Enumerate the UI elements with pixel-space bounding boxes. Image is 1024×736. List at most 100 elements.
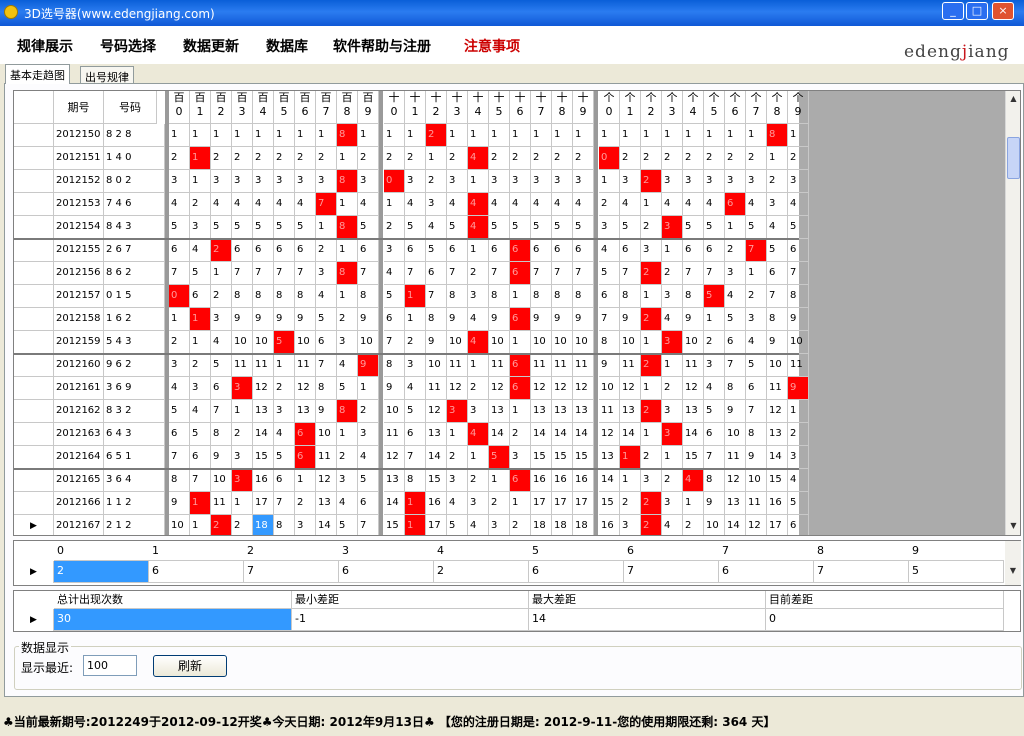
trend-cell[interactable]: 2	[316, 147, 337, 170]
trend-cell[interactable]: 2	[641, 170, 662, 193]
trend-cell[interactable]: 3	[384, 239, 405, 262]
gap-value[interactable]: 2	[54, 561, 149, 583]
trend-cell[interactable]: 9	[620, 308, 641, 331]
trend-cell[interactable]: 10	[599, 377, 620, 400]
gap-value[interactable]: 7	[244, 561, 339, 583]
trend-cell[interactable]: 2	[788, 147, 809, 170]
trend-cell[interactable]: 6	[510, 377, 531, 400]
trend-cell[interactable]: 1	[662, 239, 683, 262]
gap-row-header[interactable]: ▶	[14, 561, 54, 583]
trend-cell[interactable]: 1	[573, 124, 594, 147]
trend-cell[interactable]: 3	[767, 193, 788, 216]
trend-cell[interactable]: 10	[211, 469, 232, 492]
trend-cell[interactable]: 11	[746, 492, 767, 515]
trend-cell[interactable]: 11	[725, 446, 746, 469]
trend-cell[interactable]: 1	[489, 469, 510, 492]
number-cell[interactable]: 3 6 4	[104, 469, 165, 492]
trend-cell[interactable]: 6	[190, 285, 211, 308]
trend-cell[interactable]: 6	[426, 262, 447, 285]
trend-cell[interactable]: 8	[573, 285, 594, 308]
trend-cell[interactable]: 9	[426, 331, 447, 354]
trend-cell[interactable]: 7	[746, 400, 767, 423]
trend-cell[interactable]: 17	[573, 492, 594, 515]
trend-cell[interactable]: 2	[662, 262, 683, 285]
trend-cell[interactable]: 9	[384, 377, 405, 400]
trend-cell[interactable]: 3	[573, 170, 594, 193]
number-cell[interactable]: 9 6 2	[104, 354, 165, 377]
trend-cell[interactable]: 9	[274, 308, 295, 331]
period-cell[interactable]: 2012150	[54, 124, 104, 147]
trend-cell[interactable]: 4	[746, 193, 767, 216]
trend-cell[interactable]: 4	[683, 193, 704, 216]
trend-cell[interactable]: 15	[552, 446, 573, 469]
trend-cell[interactable]: 6	[358, 492, 379, 515]
trend-cell[interactable]: 3	[468, 492, 489, 515]
trend-cell[interactable]: 9	[447, 308, 468, 331]
trend-cell[interactable]: 6	[767, 262, 788, 285]
trend-cell[interactable]: 4	[662, 515, 683, 535]
trend-cell[interactable]: 5	[274, 331, 295, 354]
trend-cell[interactable]: 8	[295, 285, 316, 308]
trend-cell[interactable]: 7	[725, 354, 746, 377]
period-cell[interactable]: 2012151	[54, 147, 104, 170]
trend-cell[interactable]: 1	[662, 124, 683, 147]
trend-cell[interactable]: 1	[447, 423, 468, 446]
trend-cell[interactable]: 13	[295, 400, 316, 423]
trend-cell[interactable]: 4	[746, 331, 767, 354]
trend-cell[interactable]: 2	[337, 308, 358, 331]
trend-cell[interactable]: 7	[232, 262, 253, 285]
trend-cell[interactable]: 8	[767, 124, 788, 147]
trend-cell[interactable]: 4	[447, 193, 468, 216]
trend-cell[interactable]: 5	[358, 469, 379, 492]
row-header[interactable]	[14, 331, 54, 354]
trend-cell[interactable]: 11	[232, 354, 253, 377]
trend-cell[interactable]: 1	[295, 124, 316, 147]
row-header[interactable]	[14, 147, 54, 170]
gap-value[interactable]: 6	[149, 561, 244, 583]
trend-cell[interactable]: 2	[641, 400, 662, 423]
trend-cell[interactable]: 10	[552, 331, 573, 354]
row-header[interactable]	[14, 262, 54, 285]
trend-cell[interactable]: 5	[211, 354, 232, 377]
trend-cell[interactable]: 4	[468, 193, 489, 216]
period-cell[interactable]: 2012164	[54, 446, 104, 469]
trend-cell[interactable]: 5	[704, 216, 725, 239]
trend-cell[interactable]: 7	[169, 262, 190, 285]
trend-cell[interactable]: 18	[552, 515, 573, 535]
trend-cell[interactable]: 3	[489, 170, 510, 193]
trend-cell[interactable]: 9	[683, 308, 704, 331]
refresh-button[interactable]: 刷新	[153, 655, 227, 677]
number-cell[interactable]: 2 1 2	[104, 515, 165, 535]
scroll-down-icon[interactable]: ▼	[1007, 519, 1020, 533]
trend-cell[interactable]: 9	[725, 400, 746, 423]
trend-cell[interactable]: 3	[620, 170, 641, 193]
trend-cell[interactable]: 3	[316, 170, 337, 193]
trend-cell[interactable]: 4	[211, 193, 232, 216]
trend-cell[interactable]: 12	[316, 469, 337, 492]
trend-cell[interactable]: 3	[468, 285, 489, 308]
trend-cell[interactable]: 16	[767, 492, 788, 515]
trend-cell[interactable]: 1	[510, 124, 531, 147]
trend-cell[interactable]: 9	[169, 492, 190, 515]
trend-cell[interactable]: 4	[573, 193, 594, 216]
trend-cell[interactable]: 5	[767, 239, 788, 262]
trend-cell[interactable]: 4	[405, 193, 426, 216]
number-cell[interactable]: 6 5 1	[104, 446, 165, 469]
trend-cell[interactable]: 3	[190, 216, 211, 239]
trend-cell[interactable]: 2	[232, 515, 253, 535]
trend-cell[interactable]: 8	[620, 285, 641, 308]
trend-cell[interactable]: 3	[447, 400, 468, 423]
trend-cell[interactable]: 4	[468, 515, 489, 535]
trend-cell[interactable]: 10	[253, 331, 274, 354]
trend-cell[interactable]: 17	[767, 515, 788, 535]
trend-cell[interactable]: 8	[337, 170, 358, 193]
tab-basic-trend[interactable]: 基本走趋图	[5, 64, 70, 84]
trend-cell[interactable]: 9	[746, 446, 767, 469]
trend-cell[interactable]: 6	[552, 239, 573, 262]
trend-cell[interactable]: 3	[510, 170, 531, 193]
recent-count-input[interactable]	[83, 655, 137, 676]
trend-cell[interactable]: 2	[316, 239, 337, 262]
menu-database[interactable]: 数据库	[266, 36, 308, 56]
trend-cell[interactable]: 6	[788, 515, 809, 535]
trend-cell[interactable]: 5	[788, 492, 809, 515]
